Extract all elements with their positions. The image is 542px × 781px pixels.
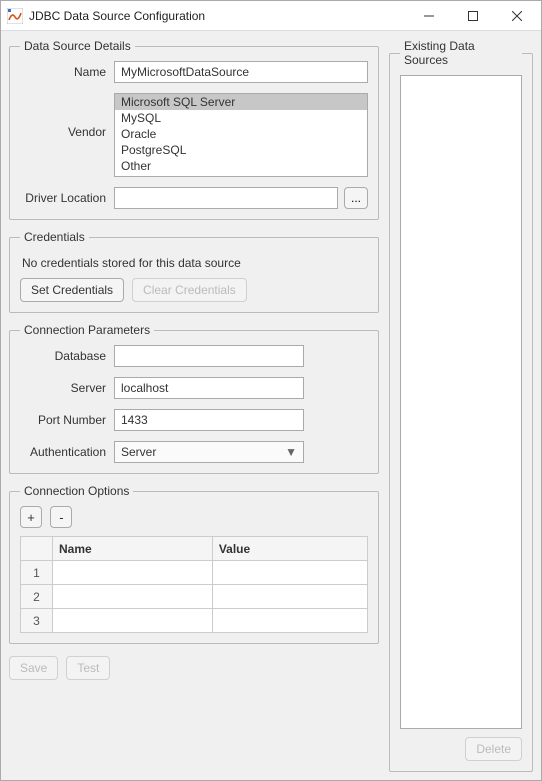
auth-select[interactable]: Server ▼: [114, 441, 304, 463]
options-name-header: Name: [53, 537, 213, 561]
params-legend: Connection Parameters: [20, 323, 154, 337]
clear-credentials-button: Clear Credentials: [132, 278, 247, 302]
details-legend: Data Source Details: [20, 39, 135, 53]
vendor-option[interactable]: Other: [115, 158, 367, 174]
credentials-legend: Credentials: [20, 230, 89, 244]
database-label: Database: [20, 349, 114, 363]
window-title: JDBC Data Source Configuration: [29, 9, 407, 23]
credentials-panel: Credentials No credentials stored for th…: [9, 230, 379, 313]
vendor-option[interactable]: Oracle: [115, 126, 367, 142]
vendor-option[interactable]: Microsoft SQL Server: [115, 94, 367, 110]
options-value-header: Value: [212, 537, 367, 561]
app-icon: [7, 8, 23, 24]
delete-button: Delete: [465, 737, 522, 761]
option-value-cell[interactable]: [212, 609, 367, 633]
vendor-list[interactable]: Microsoft SQL ServerMySQLOraclePostgreSQ…: [114, 93, 368, 177]
vendor-option[interactable]: MySQL: [115, 110, 367, 126]
connection-parameters-panel: Connection Parameters Database Server Po…: [9, 323, 379, 474]
test-button: Test: [66, 656, 110, 680]
option-name-cell[interactable]: [53, 585, 213, 609]
options-legend: Connection Options: [20, 484, 133, 498]
existing-legend: Existing Data Sources: [400, 39, 522, 67]
name-label: Name: [20, 65, 114, 79]
option-name-cell[interactable]: [53, 609, 213, 633]
server-label: Server: [20, 381, 114, 395]
save-button: Save: [9, 656, 58, 680]
close-button[interactable]: [495, 2, 539, 30]
options-table: Name Value 123: [20, 536, 368, 633]
row-index: 2: [21, 585, 53, 609]
browse-button[interactable]: ...: [344, 187, 368, 209]
auth-value: Server: [121, 445, 156, 459]
data-source-details-panel: Data Source Details Name Vendor Microsof…: [9, 39, 379, 220]
driver-location-input[interactable]: [114, 187, 338, 209]
port-label: Port Number: [20, 413, 114, 427]
row-index: 1: [21, 561, 53, 585]
driver-location-label: Driver Location: [20, 191, 114, 205]
remove-option-button[interactable]: -: [50, 506, 72, 528]
table-row: 1: [21, 561, 368, 585]
connection-options-panel: Connection Options + - Name Value 123: [9, 484, 379, 644]
option-value-cell[interactable]: [212, 585, 367, 609]
credentials-message: No credentials stored for this data sour…: [22, 256, 368, 270]
table-row: 3: [21, 609, 368, 633]
add-option-button[interactable]: +: [20, 506, 42, 528]
existing-list[interactable]: [400, 75, 522, 729]
server-input[interactable]: [114, 377, 304, 399]
option-value-cell[interactable]: [212, 561, 367, 585]
title-bar: JDBC Data Source Configuration: [1, 1, 541, 31]
set-credentials-button[interactable]: Set Credentials: [20, 278, 124, 302]
chevron-down-icon: ▼: [285, 445, 297, 459]
vendor-label: Vendor: [20, 93, 114, 139]
port-input[interactable]: [114, 409, 304, 431]
existing-data-sources-panel: Existing Data Sources Delete: [389, 39, 533, 772]
database-input[interactable]: [114, 345, 304, 367]
table-row: 2: [21, 585, 368, 609]
minimize-button[interactable]: [407, 2, 451, 30]
maximize-button[interactable]: [451, 2, 495, 30]
options-corner-header: [21, 537, 53, 561]
name-input[interactable]: [114, 61, 368, 83]
row-index: 3: [21, 609, 53, 633]
option-name-cell[interactable]: [53, 561, 213, 585]
auth-label: Authentication: [20, 445, 114, 459]
vendor-option[interactable]: PostgreSQL: [115, 142, 367, 158]
